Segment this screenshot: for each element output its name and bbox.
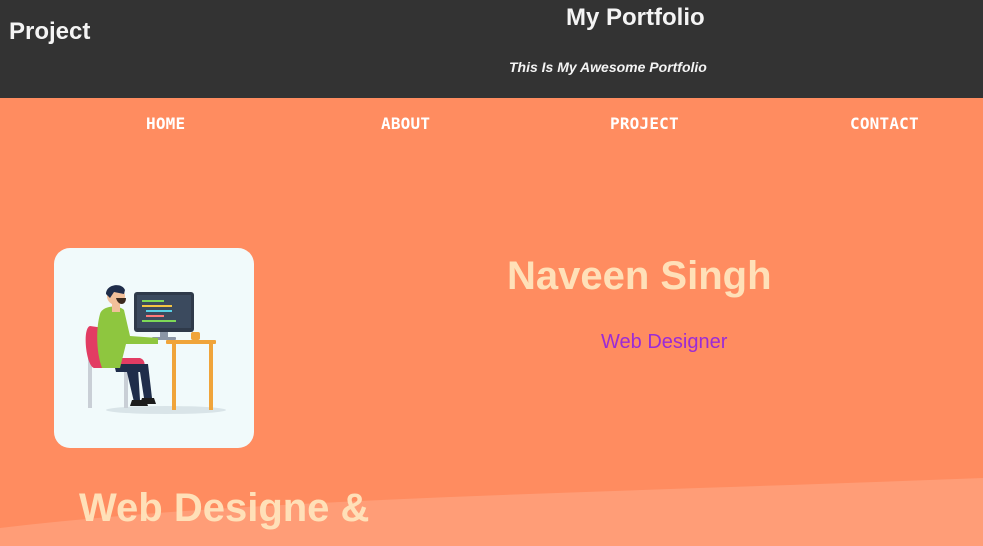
brand-logo-text[interactable]: Project: [9, 18, 90, 46]
profile-avatar-card: [54, 248, 254, 448]
developer-at-desk-illustration-icon: [85, 285, 226, 414]
site-header: Project My Portfolio This Is My Awesome …: [0, 0, 983, 98]
hero-section: HOME ABOUT PROJECT CONTACT Naveen Singh …: [0, 98, 983, 546]
skills-heading: Web Designe &: [79, 486, 370, 530]
nav-home-link[interactable]: HOME: [146, 114, 185, 133]
nav-about-link[interactable]: ABOUT: [381, 114, 430, 133]
site-tagline: This Is My Awesome Portfolio: [509, 59, 707, 75]
profile-name: Naveen Singh: [507, 254, 772, 298]
profile-role: Web Designer: [601, 331, 728, 353]
nav-contact-link[interactable]: CONTACT: [850, 114, 919, 133]
nav-project-link[interactable]: PROJECT: [610, 114, 679, 133]
site-title: My Portfolio: [566, 4, 705, 31]
